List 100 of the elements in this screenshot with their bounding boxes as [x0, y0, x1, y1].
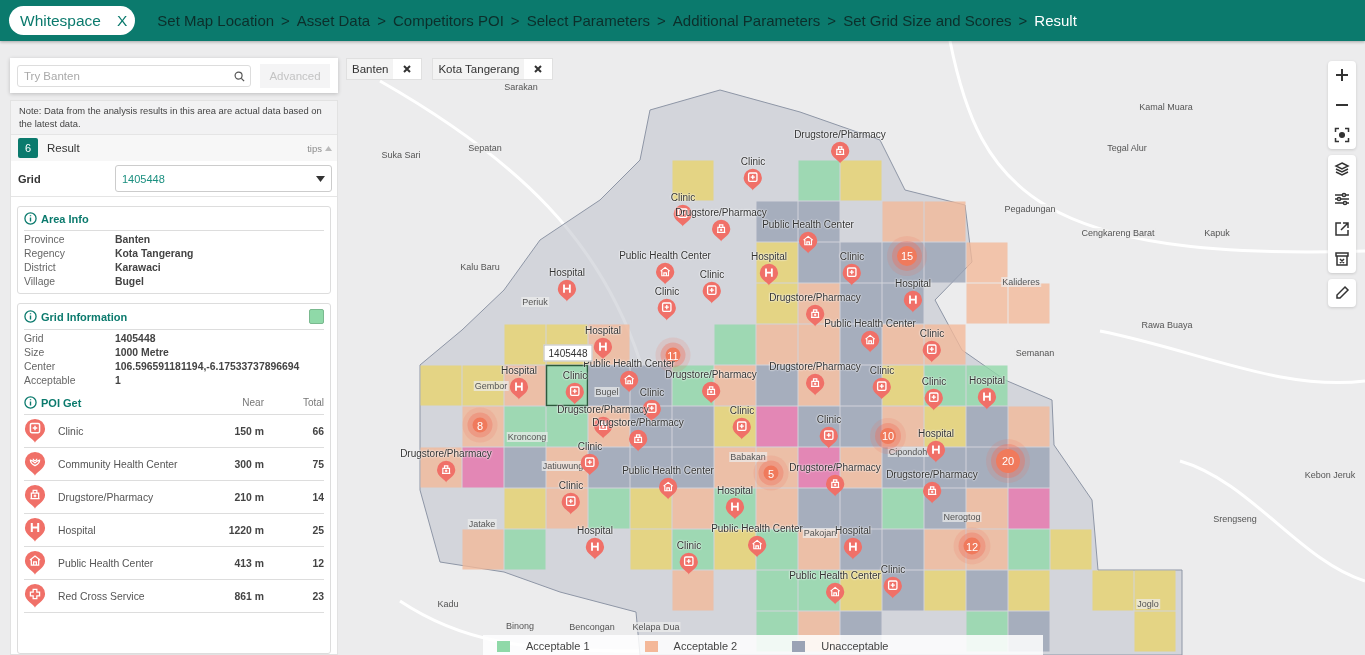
grid-cell[interactable] [462, 529, 504, 570]
app-name: Whitespace [20, 11, 101, 30]
grid-cell[interactable] [672, 570, 714, 611]
zoom-in-icon[interactable] [1334, 67, 1350, 83]
grid-cell[interactable] [504, 529, 546, 570]
info-value: Banten [115, 234, 152, 245]
hospital-pin-icon[interactable] [509, 377, 529, 400]
place-name: Joglo [1136, 599, 1160, 609]
grid-cell[interactable] [1008, 283, 1050, 324]
poi-label: Drugstore/Pharmacy [886, 469, 978, 480]
grid-cell[interactable] [1008, 406, 1050, 447]
grid-cell[interactable] [1008, 488, 1050, 529]
health-center-pin-icon[interactable] [825, 582, 845, 605]
grid-cell[interactable] [966, 529, 1008, 570]
grid-cell[interactable] [798, 160, 840, 201]
remove-filter-button[interactable] [524, 59, 553, 79]
grid-cell[interactable] [1008, 529, 1050, 570]
tips-link[interactable]: tips [307, 142, 322, 154]
grid-cell[interactable] [1134, 611, 1176, 652]
breadcrumb-step[interactable]: Set Grid Size and Scores [843, 12, 1012, 29]
grid-cell[interactable] [672, 488, 714, 529]
close-icon [403, 65, 412, 73]
grid-cell[interactable] [630, 488, 672, 529]
grid-cell[interactable] [1092, 570, 1134, 611]
hospital-pin-icon[interactable] [843, 537, 863, 560]
health-center-pin-icon[interactable] [658, 477, 678, 500]
hospital-pin-icon[interactable] [585, 537, 605, 560]
search-field[interactable]: Try Banten [17, 65, 251, 87]
grid-cell[interactable] [966, 570, 1008, 611]
grid-cell[interactable] [504, 488, 546, 529]
grid-cell[interactable] [462, 406, 504, 447]
hospital-pin-icon[interactable] [903, 290, 923, 313]
grid-cell[interactable] [1134, 570, 1176, 611]
health-center-pin-icon[interactable] [619, 370, 639, 393]
poi-total: 23 [311, 590, 324, 602]
grid-cell[interactable] [1050, 529, 1092, 570]
remove-filter-button[interactable] [393, 59, 422, 79]
close-button[interactable]: X [117, 11, 128, 30]
info-value: 1405448 [115, 333, 157, 344]
hospital-pin-icon[interactable] [926, 440, 946, 463]
poi-label: Drugstore/Pharmacy [665, 369, 757, 380]
grid-cell[interactable] [840, 406, 882, 447]
breadcrumb-separator: > [510, 12, 520, 29]
poi-label: Hospital [750, 251, 788, 262]
hospital-pin-icon[interactable] [759, 263, 779, 286]
hospital-pin-icon [24, 517, 46, 543]
place-name: Jatiuwung [541, 461, 585, 471]
breadcrumb-separator: > [377, 12, 386, 29]
poi-label: Clinic [676, 540, 702, 551]
breadcrumb-step[interactable]: Set Map Location [157, 12, 275, 29]
breadcrumb-step[interactable]: Select Parameters [526, 12, 650, 29]
grid-dropdown[interactable]: 1405448 [115, 165, 332, 192]
place-name: Gembor [473, 381, 509, 391]
legend-label: Acceptable 1 [526, 640, 590, 652]
grid-cell[interactable] [1008, 570, 1050, 611]
breadcrumb-step[interactable]: Result [1034, 12, 1077, 29]
layers-icon[interactable] [1334, 161, 1350, 177]
grid-cell[interactable] [840, 160, 882, 201]
info-value: 1000 Metre [115, 347, 170, 358]
place-name: Suka Sari [380, 150, 422, 160]
external-link-icon[interactable] [1334, 221, 1350, 237]
clear-icon[interactable] [1334, 251, 1350, 267]
poi-label: Public Health Center [622, 465, 714, 476]
poi-name: Red Cross Service [58, 590, 146, 602]
grid-cell[interactable] [882, 488, 924, 529]
grid-cell[interactable] [798, 242, 840, 283]
grid-cell[interactable] [924, 529, 966, 570]
grid-cell[interactable] [966, 283, 1008, 324]
breadcrumb-step[interactable]: Additional Parameters [672, 12, 821, 29]
grid-cell[interactable] [966, 406, 1008, 447]
health-center-pin-icon[interactable] [747, 535, 767, 558]
grid-cell[interactable] [924, 570, 966, 611]
grid-cell[interactable] [924, 201, 966, 242]
health-center-pin-icon[interactable] [655, 262, 675, 285]
health-center-pin-icon[interactable] [798, 231, 818, 254]
info-label: Size [24, 347, 46, 358]
poi-label: Hospital [584, 325, 622, 336]
poi-total: 66 [311, 425, 324, 437]
grid-label: Grid [18, 172, 42, 185]
app-chip[interactable]: Whitespace X [9, 6, 136, 35]
grid-cell[interactable] [756, 406, 798, 447]
poi-label: Clinic [869, 365, 895, 376]
grid-cell[interactable] [420, 365, 462, 406]
focus-icon[interactable] [1334, 127, 1350, 143]
sliders-icon[interactable] [1334, 191, 1350, 207]
edit-icon[interactable] [1334, 285, 1350, 301]
hospital-pin-icon[interactable] [725, 497, 745, 520]
health-center-pin-icon[interactable] [860, 330, 880, 353]
grid-cell[interactable] [882, 201, 924, 242]
breadcrumb-step[interactable]: Asset Data [296, 12, 371, 29]
grid-cell[interactable] [714, 324, 756, 365]
grid-cell[interactable] [630, 529, 672, 570]
place-name: Binong [505, 621, 535, 631]
hospital-pin-icon[interactable] [557, 279, 577, 302]
info-value: Kota Tangerang [115, 248, 195, 259]
place-name: Periuk [521, 297, 549, 307]
grid-cell[interactable] [504, 324, 546, 365]
hospital-pin-icon[interactable] [977, 387, 997, 410]
grid-cell[interactable] [672, 160, 714, 201]
breadcrumb-step[interactable]: Competitors POI [393, 12, 504, 29]
